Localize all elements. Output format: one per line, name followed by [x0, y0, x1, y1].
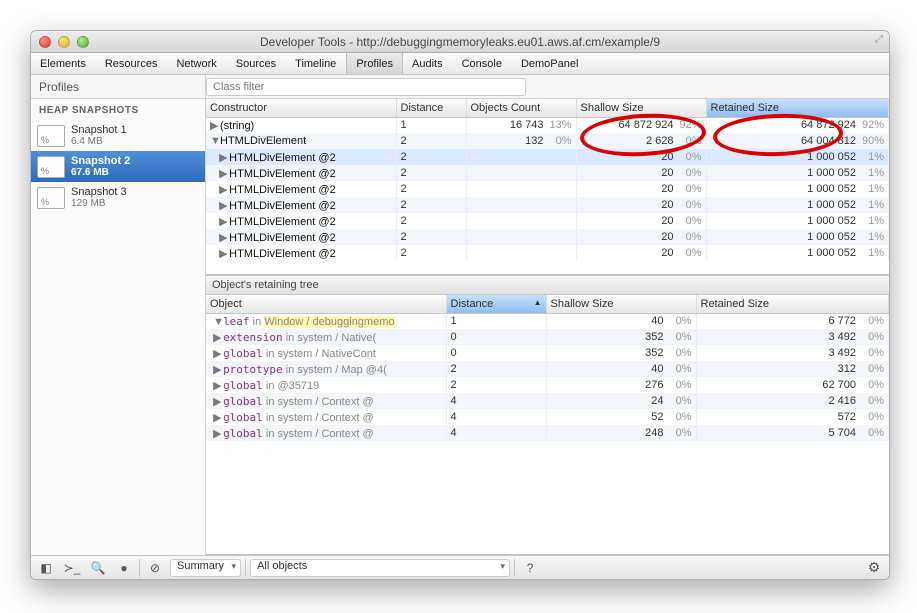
table-row[interactable]: ▶HTMLDivElement @22200%1 000 0521% — [206, 181, 889, 197]
col-objects-count[interactable]: Objects Count — [466, 99, 576, 117]
heap-snapshots-heading: HEAP SNAPSHOTS — [31, 99, 205, 120]
rcol-object[interactable]: Object — [206, 295, 446, 313]
snapshot-icon — [37, 156, 65, 178]
col-shallow-size[interactable]: Shallow Size — [576, 99, 706, 117]
tab-resources[interactable]: Resources — [96, 53, 168, 74]
table-row[interactable]: ▶HTMLDivElement @22200%1 000 0521% — [206, 213, 889, 229]
tab-sources[interactable]: Sources — [227, 53, 286, 74]
search-icon[interactable]: 🔍 — [87, 559, 109, 577]
class-filter-input[interactable] — [206, 78, 526, 96]
tab-demopanel[interactable]: DemoPanel — [512, 53, 588, 74]
snapshot-item[interactable]: Snapshot 3129 MB — [31, 182, 205, 213]
rcol-shallow[interactable]: Shallow Size — [546, 295, 696, 313]
tab-elements[interactable]: Elements — [31, 53, 96, 74]
help-button[interactable]: ? — [519, 559, 541, 577]
main-panel: Constructor Distance Objects Count Shall… — [206, 75, 889, 555]
table-row[interactable]: ▶HTMLDivElement @22200%1 000 0521% — [206, 149, 889, 165]
bottom-toolbar: ◧ ≻_ 🔍 ● ⊘ Summary All objects ? ⚙ — [31, 555, 889, 579]
window-title: Developer Tools - http://debuggingmemory… — [31, 35, 889, 49]
table-row[interactable]: ▶HTMLDivElement @22200%1 000 0521% — [206, 165, 889, 181]
console-icon[interactable]: ≻_ — [61, 559, 83, 577]
constructors-table[interactable]: Constructor Distance Objects Count Shall… — [206, 99, 889, 261]
table-row[interactable]: ▶(string)116 74313%64 872 92492%64 872 9… — [206, 117, 889, 133]
titlebar[interactable]: Developer Tools - http://debuggingmemory… — [31, 31, 889, 53]
clear-icon[interactable]: ⊘ — [144, 559, 166, 577]
col-retained-size[interactable]: Retained Size — [706, 99, 889, 117]
gear-icon[interactable]: ⚙ — [863, 559, 885, 577]
table-row[interactable]: ▼leaf in Window / debuggingmemo1400%6 77… — [206, 313, 889, 329]
record-icon[interactable]: ● — [113, 559, 135, 577]
retaining-tree-heading: Object's retaining tree — [206, 275, 889, 295]
tab-audits[interactable]: Audits — [403, 53, 453, 74]
table-row[interactable]: ▶prototype in system / Map @4(2400%3120% — [206, 361, 889, 377]
table-row[interactable]: ▼HTMLDivElement21320%2 6280%64 004 81290… — [206, 133, 889, 149]
table-row[interactable]: ▶extension in system / Native(03520%3 49… — [206, 329, 889, 345]
rcol-retained[interactable]: Retained Size — [696, 295, 889, 313]
table-row[interactable]: ▶global in system / Context @4520%5720% — [206, 409, 889, 425]
snapshot-item[interactable]: Snapshot 16.4 MB — [31, 120, 205, 151]
sidebar: Profiles HEAP SNAPSHOTS Snapshot 16.4 MB… — [31, 75, 206, 555]
table-row[interactable]: ▶HTMLDivElement @22200%1 000 0521% — [206, 197, 889, 213]
view-select[interactable]: Summary — [170, 559, 241, 577]
tab-profiles[interactable]: Profiles — [346, 53, 403, 74]
retaining-tree-table[interactable]: Object Distance ▲ Shallow Size Retained … — [206, 295, 889, 441]
table-row[interactable]: ▶HTMLDivElement @22200%1 000 0521% — [206, 229, 889, 245]
tab-console[interactable]: Console — [453, 53, 512, 74]
table-row[interactable]: ▶global in @3571922760%62 7000% — [206, 377, 889, 393]
rcol-distance[interactable]: Distance ▲ — [446, 295, 546, 313]
filter-select[interactable]: All objects — [250, 559, 510, 577]
table-row[interactable]: ▶HTMLDivElement @22200%1 000 0521% — [206, 245, 889, 261]
col-distance[interactable]: Distance — [396, 99, 466, 117]
snapshot-icon — [37, 125, 65, 147]
snapshot-item[interactable]: Snapshot 267.6 MB — [31, 151, 205, 182]
tab-network[interactable]: Network — [167, 53, 226, 74]
dock-icon[interactable]: ◧ — [35, 559, 57, 577]
profiles-heading: Profiles — [31, 80, 205, 94]
col-constructor[interactable]: Constructor — [206, 99, 396, 117]
expand-icon[interactable]: ⤢ — [875, 34, 883, 45]
table-row[interactable]: ▶global in system / Context @4240%2 4160… — [206, 393, 889, 409]
table-row[interactable]: ▶global in system / NativeCont03520%3 49… — [206, 345, 889, 361]
snapshot-icon — [37, 187, 65, 209]
tab-timeline[interactable]: Timeline — [286, 53, 346, 74]
panel-tabs: ElementsResourcesNetworkSourcesTimelineP… — [31, 53, 889, 75]
devtools-window: Developer Tools - http://debuggingmemory… — [30, 30, 890, 580]
table-row[interactable]: ▶global in system / Context @42480%5 704… — [206, 425, 889, 441]
